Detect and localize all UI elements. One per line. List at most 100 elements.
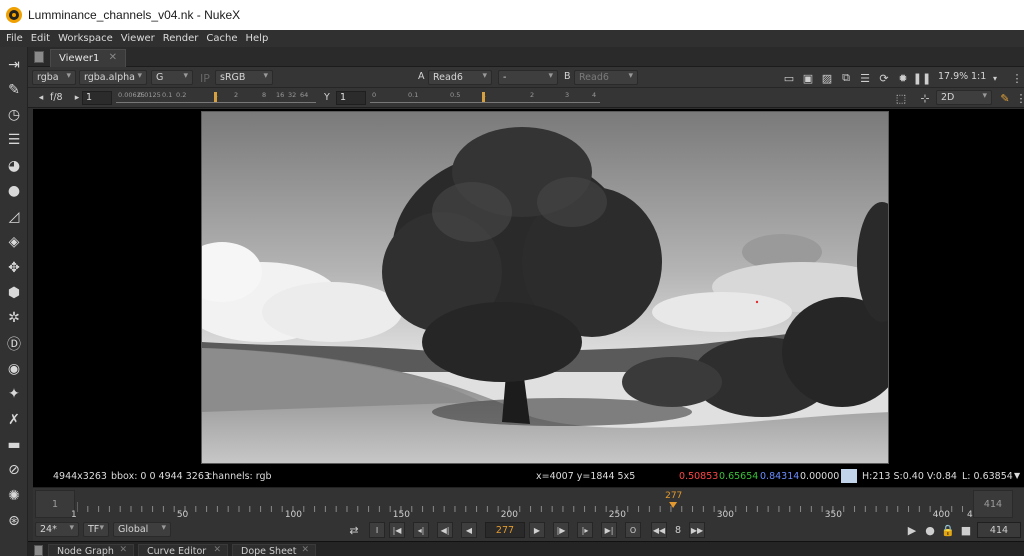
tab-dope-sheet[interactable]: Dope Sheet ✕ — [232, 544, 316, 556]
channel-icon[interactable]: ☰ — [5, 131, 23, 149]
lock-icon[interactable]: 🔒 — [941, 523, 955, 537]
alpha-channel-dropdown[interactable]: rgba.alpha — [79, 70, 147, 85]
overlay-icon[interactable]: ▭ — [782, 71, 796, 85]
prev-increment-button[interactable]: ◂| — [413, 522, 429, 538]
nodes-icon[interactable]: ✺ — [5, 487, 23, 505]
out-frame-field[interactable]: 414 — [973, 490, 1013, 518]
brush-icon[interactable]: ✎ — [5, 81, 23, 99]
in-frame-field[interactable]: 1 — [35, 490, 75, 518]
import-icon[interactable]: ⇥ — [5, 56, 23, 74]
transform-handle-icon[interactable]: ⊹ — [918, 91, 932, 105]
view-mode-dropdown[interactable]: 2D — [936, 90, 992, 105]
scope-dropdown[interactable]: Global — [113, 522, 171, 537]
menu-workspace[interactable]: Workspace — [54, 33, 117, 44]
nuke-icon[interactable]: ⊛ — [5, 512, 23, 530]
stack-view-icon[interactable]: ☰ — [858, 71, 872, 85]
settings-icon[interactable]: ✹ — [896, 71, 910, 85]
pane-menu-icon[interactable] — [34, 51, 44, 63]
gamma-slider-handle[interactable] — [482, 92, 485, 102]
record-icon[interactable]: ● — [923, 523, 937, 537]
particles-icon[interactable]: ✲ — [5, 309, 23, 327]
next-increment-button[interactable]: |▸ — [577, 522, 593, 538]
color-wheel-icon[interactable]: ◕ — [5, 157, 23, 175]
display-channel-dropdown[interactable]: G — [151, 70, 193, 85]
gain-slider[interactable]: 0.00625 0.0125 0.1 0.2 1 2 8 16 32 64 — [116, 91, 316, 103]
gain-slider-handle[interactable] — [214, 92, 217, 102]
menu-edit[interactable]: Edit — [27, 33, 54, 44]
ip-toggle[interactable]: IP — [196, 71, 214, 85]
close-icon[interactable]: ✕ — [119, 545, 127, 555]
last-frame-button[interactable]: ▶| — [601, 522, 617, 538]
next-frame-button[interactable]: |▶ — [553, 522, 569, 538]
gamma-slider[interactable]: 0 0.1 0.5 1 2 3 4 — [370, 91, 600, 103]
menu-viewer[interactable]: Viewer — [117, 33, 159, 44]
pause-icon[interactable]: ❚❚ — [913, 71, 931, 85]
skip-forward-button[interactable]: ▶▶ — [689, 522, 705, 538]
proxy-icon[interactable]: ⧉ — [839, 71, 853, 85]
flipbook-icon[interactable]: ▶ — [905, 523, 919, 537]
channels-dropdown[interactable]: rgba — [32, 70, 76, 85]
in-point-button[interactable]: I — [369, 522, 385, 538]
info-menu-icon[interactable]: ▼ — [1014, 471, 1020, 480]
blue-readout: 0.84314 — [760, 471, 800, 482]
menu-file[interactable]: File — [2, 33, 27, 44]
refresh-icon[interactable]: ⟳ — [877, 71, 891, 85]
play-forward-button[interactable]: ▶ — [529, 522, 545, 538]
input-a-dropdown[interactable]: Read6 — [428, 70, 492, 85]
color-swatch — [841, 469, 857, 483]
close-icon[interactable]: ✕ — [109, 52, 117, 63]
3d-cube-icon[interactable]: ⬢ — [5, 284, 23, 302]
bottom-pane-menu-icon[interactable] — [34, 545, 43, 556]
close-icon[interactable]: ✕ — [213, 545, 221, 555]
composite-dropdown[interactable]: - — [498, 70, 558, 85]
gamma-field[interactable]: 1 — [336, 91, 366, 105]
play-backward-button[interactable]: ◀ — [461, 522, 477, 538]
fstop-label[interactable]: f/8 — [50, 92, 63, 103]
playhead-marker[interactable] — [669, 502, 678, 508]
end-frame-field[interactable]: 414 — [977, 522, 1021, 538]
zebra-icon[interactable]: ▨ — [820, 71, 834, 85]
tools-icon[interactable]: ✗ — [5, 411, 23, 429]
pixel-ratio[interactable]: 1:1 — [971, 71, 986, 82]
out-point-button[interactable]: O — [625, 522, 641, 538]
layers-icon[interactable]: ◈ — [5, 233, 23, 251]
more-icon[interactable]: ⋮ — [1010, 71, 1024, 85]
fps-dropdown[interactable]: 24* — [35, 522, 79, 537]
prev-frame-button[interactable]: ◀| — [437, 522, 453, 538]
viewer-viewport[interactable] — [33, 109, 1024, 466]
tab-curve-editor[interactable]: Curve Editor ✕ — [138, 544, 228, 556]
deep-icon[interactable]: Ⓓ — [5, 335, 23, 353]
circle-icon[interactable]: ● — [5, 182, 23, 200]
gizmo-icon[interactable]: ⊘ — [5, 461, 23, 479]
skip-back-button[interactable]: ◀◀ — [651, 522, 667, 538]
menu-cache[interactable]: Cache — [202, 33, 241, 44]
increment-field[interactable]: 8 — [669, 522, 687, 538]
stop-icon[interactable]: ■ — [959, 523, 973, 537]
tag-icon[interactable]: ✦ — [5, 385, 23, 403]
menu-render[interactable]: Render — [159, 33, 203, 44]
menu-help[interactable]: Help — [242, 33, 273, 44]
transform-icon[interactable]: ✥ — [5, 259, 23, 277]
stack-icon[interactable]: ▬ — [5, 436, 23, 454]
tab-node-graph[interactable]: Node Graph ✕ — [48, 544, 134, 556]
clock-icon[interactable]: ◷ — [5, 106, 23, 124]
gain-field[interactable]: 1 — [82, 91, 112, 105]
roi-icon[interactable]: ▣ — [801, 71, 815, 85]
loop-icon[interactable]: ⇄ — [347, 523, 361, 537]
roi-select-icon[interactable]: ⬚ — [894, 91, 908, 105]
more-options-icon[interactable]: ⋮ — [1014, 91, 1024, 105]
current-frame-field[interactable]: 277 — [485, 522, 525, 538]
viewer-image[interactable] — [201, 111, 889, 464]
paint-icon[interactable]: ✎ — [998, 91, 1012, 105]
first-frame-button[interactable]: |◀ — [389, 522, 405, 538]
time-format-dropdown[interactable]: TF — [83, 522, 109, 537]
view-icon[interactable]: ◉ — [5, 360, 23, 378]
input-b-dropdown[interactable]: Read6 — [574, 70, 638, 85]
lut-dropdown[interactable]: sRGB — [215, 70, 273, 85]
close-icon[interactable]: ✕ — [301, 545, 309, 555]
chevron-down-icon[interactable]: ▾ — [988, 71, 1002, 85]
tab-viewer1[interactable]: Viewer1 ✕ — [50, 49, 126, 67]
gain-down-icon[interactable]: ◂ — [34, 91, 48, 105]
zoom-level[interactable]: 17.9% — [938, 71, 968, 82]
filter-icon[interactable]: ◿ — [5, 208, 23, 226]
